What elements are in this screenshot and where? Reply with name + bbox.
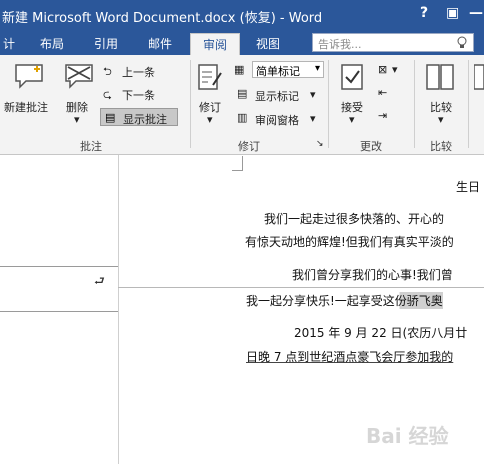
- ribbon: 新建批注 删除 ▾ ⮌ 上一条 ⮎ 下一条 ▤ 显示批注 批注 修订 ▾ ▦ 简…: [0, 55, 484, 155]
- tab-references[interactable]: 引用: [88, 33, 124, 55]
- doc-line: 生日: [456, 180, 481, 194]
- page-corner-mark: [232, 156, 243, 171]
- tab-review[interactable]: 审阅: [190, 33, 240, 55]
- separator: [190, 60, 191, 148]
- track-changes-icon: [197, 63, 223, 97]
- show-markup-icon: ▤: [237, 87, 248, 100]
- tab-design[interactable]: 计: [0, 33, 18, 55]
- minimize-button[interactable]: —: [469, 5, 483, 21]
- next-comment-icon: ⮎: [103, 88, 112, 101]
- lightbulb-icon: [457, 36, 467, 52]
- watermark-logo: Bai 经验: [366, 424, 449, 448]
- accept-icon: [340, 63, 366, 97]
- markup-icon: ▦: [234, 63, 245, 76]
- separator: [468, 60, 469, 148]
- reject-dropdown-arrow[interactable]: ▾: [392, 63, 398, 76]
- review-pane-icon: ▥: [237, 111, 248, 124]
- track-dropdown-arrow[interactable]: ▾: [207, 113, 213, 126]
- comment-balloon[interactable]: ⮐: [0, 266, 118, 312]
- tab-mailings[interactable]: 邮件: [142, 33, 178, 55]
- page-edge: [118, 155, 119, 464]
- protect-icon: [473, 63, 484, 97]
- tab-view[interactable]: 视图: [250, 33, 286, 55]
- previous-change-icon[interactable]: ⇤: [378, 86, 387, 99]
- prev-comment-icon: ⮌: [103, 65, 112, 78]
- show-comments-icon: ▤: [105, 111, 116, 124]
- markup-dropdown-value: 简单标记: [256, 65, 300, 78]
- show-comments-button[interactable]: ▤ 显示批注: [100, 108, 178, 126]
- compare-icon: [425, 63, 455, 97]
- tracking-options-launcher[interactable]: ↘: [316, 139, 324, 149]
- search-input[interactable]: 告诉我...: [312, 33, 474, 52]
- delete-dropdown-arrow[interactable]: ▾: [74, 113, 80, 126]
- next-comment-button[interactable]: 下一条: [122, 87, 155, 103]
- prev-comment-button[interactable]: 上一条: [122, 64, 155, 80]
- title-bar: 新建 Microsoft Word Document.docx (恢复) - W…: [0, 0, 484, 30]
- help-button[interactable]: ?: [420, 5, 428, 21]
- new-comment-button[interactable]: 新建批注: [4, 99, 48, 115]
- restore-button[interactable]: ▣: [446, 5, 459, 21]
- group-label-compare: 比较: [430, 140, 452, 153]
- separator: [414, 60, 415, 148]
- tab-layout[interactable]: 布局: [34, 33, 70, 55]
- window-title: 新建 Microsoft Word Document.docx (恢复) - W…: [2, 11, 323, 26]
- separator: [328, 60, 329, 148]
- show-markup-button[interactable]: 显示标记: [255, 88, 299, 104]
- show-markup-arrow[interactable]: ▾: [310, 88, 316, 101]
- new-comment-icon: [14, 63, 44, 93]
- doc-line: 日晚 7 点到世纪酒点豪飞会厅参加我的: [246, 350, 454, 364]
- reject-icon[interactable]: ⊠: [378, 63, 387, 76]
- comment-connector-line: [118, 287, 484, 288]
- group-label-tracking: 修订: [238, 140, 260, 153]
- search-placeholder: 告诉我...: [318, 38, 362, 51]
- accept-dropdown-arrow[interactable]: ▾: [349, 113, 355, 126]
- review-pane-arrow[interactable]: ▾: [310, 112, 316, 125]
- doc-line: 我们一起走过很多快落的、开心的: [264, 212, 445, 226]
- group-label-changes: 更改: [360, 140, 382, 153]
- doc-line: 有惊天动地的辉煌!但我们有真实平淡的: [245, 235, 454, 249]
- review-pane-button[interactable]: 审阅窗格: [255, 112, 299, 128]
- doc-line-highlighted: 我一起分享快乐!一起享受这份骄飞奥: [246, 292, 443, 309]
- chevron-down-icon: ▾: [314, 63, 320, 74]
- markup-dropdown[interactable]: 简单标记 ▾: [252, 61, 324, 78]
- delete-comment-icon: [64, 63, 94, 93]
- doc-line: 我们曾分享我们的心事!我们曾: [292, 268, 453, 282]
- show-comments-label: 显示批注: [123, 113, 167, 126]
- compare-dropdown-arrow[interactable]: ▾: [438, 113, 444, 126]
- next-change-icon[interactable]: ⇥: [378, 109, 387, 122]
- group-label-comments: 批注: [80, 140, 102, 153]
- reply-icon[interactable]: ⮐: [94, 272, 105, 293]
- doc-line: 2015 年 9 月 22 日(农历八月廿: [294, 326, 468, 340]
